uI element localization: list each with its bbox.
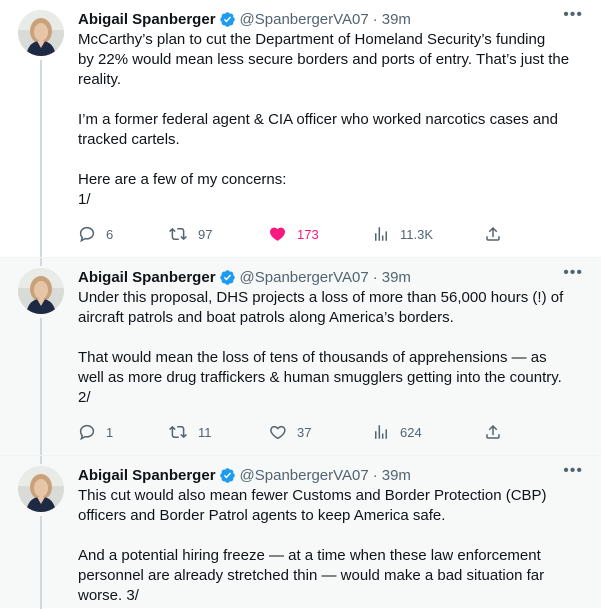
- tweet-paragraph: This cut would also mean fewer Customs a…: [78, 487, 547, 524]
- like-button[interactable]: 37: [268, 423, 311, 441]
- timestamp[interactable]: 39m: [382, 11, 411, 28]
- like-icon: [268, 423, 287, 441]
- author-handle[interactable]: @SpanbergerVA07: [240, 269, 369, 286]
- author-handle[interactable]: @SpanbergerVA07: [240, 467, 369, 484]
- reply-count: 1: [106, 424, 114, 440]
- separator-dot: ·: [372, 268, 378, 286]
- like-count: 37: [297, 424, 312, 440]
- reply-button[interactable]: 1: [78, 423, 113, 441]
- like-icon: [268, 225, 287, 243]
- views-count: 624: [400, 424, 422, 440]
- author-handle[interactable]: @SpanbergerVA07: [240, 11, 369, 28]
- like-button[interactable]: 173: [268, 225, 319, 243]
- views-icon: [372, 423, 390, 441]
- thread-line: [40, 456, 42, 464]
- reply-count: 6: [106, 226, 114, 242]
- thread-line: [40, 258, 42, 266]
- avatar[interactable]: [18, 10, 64, 56]
- share-button[interactable]: [484, 225, 502, 243]
- more-icon[interactable]: •••: [563, 265, 583, 281]
- tweet-paragraph: Here are a few of my concerns: 1/: [78, 171, 287, 208]
- more-icon[interactable]: •••: [563, 7, 583, 23]
- retweet-button[interactable]: 97: [168, 225, 212, 243]
- author-name[interactable]: Abigail Spanberger: [78, 269, 216, 286]
- verified-badge-icon: [219, 11, 236, 28]
- retweet-icon: [168, 423, 188, 441]
- reply-icon: [78, 423, 96, 441]
- author-name[interactable]: Abigail Spanberger: [78, 11, 216, 28]
- verified-badge-icon: [219, 467, 236, 484]
- tweet-paragraph: Under this proposal, DHS projects a loss…: [78, 289, 564, 326]
- retweet-count: 11: [198, 424, 212, 440]
- tweet-paragraph: That would mean the loss of tens of thou…: [78, 349, 562, 406]
- share-button[interactable]: [484, 423, 502, 441]
- thread-line: [40, 60, 42, 257]
- views-button[interactable]: 11.3K: [372, 225, 433, 243]
- views-button[interactable]: 624: [372, 423, 422, 441]
- share-icon: [484, 225, 502, 243]
- verified-badge-icon: [219, 269, 236, 286]
- views-icon: [372, 225, 390, 243]
- reply-button[interactable]: 6: [78, 225, 113, 243]
- timestamp[interactable]: 39m: [382, 269, 411, 286]
- separator-dot: ·: [372, 466, 378, 484]
- tweet-2[interactable]: Abigail Spanberger @SpanbergerVA07 · 39m…: [0, 257, 601, 456]
- tweet-paragraph: And a potential hiring freeze — at a tim…: [78, 547, 545, 604]
- avatar[interactable]: [18, 466, 64, 512]
- thread-line: [40, 318, 42, 456]
- tweet-1[interactable]: Abigail Spanberger @SpanbergerVA07 · 39m…: [0, 0, 601, 257]
- more-icon[interactable]: •••: [563, 463, 583, 479]
- tweet-text: This cut would also mean fewer Customs a…: [78, 486, 589, 606]
- retweet-icon: [168, 225, 188, 243]
- share-icon: [484, 423, 502, 441]
- retweet-button[interactable]: 11: [168, 423, 212, 441]
- reply-icon: [78, 225, 96, 243]
- tweet-3[interactable]: Abigail Spanberger @SpanbergerVA07 · 39m…: [0, 455, 601, 609]
- timestamp[interactable]: 39m: [382, 467, 411, 484]
- avatar[interactable]: [18, 268, 64, 314]
- tweet-text: Under this proposal, DHS projects a loss…: [78, 288, 589, 408]
- tweet-text: McCarthy’s plan to cut the Department of…: [78, 30, 589, 210]
- thread-line: [40, 516, 42, 609]
- like-count: 173: [297, 226, 319, 242]
- tweet-paragraph: McCarthy’s plan to cut the Department of…: [78, 31, 570, 88]
- views-count: 11.3K: [400, 226, 434, 242]
- retweet-count: 97: [198, 226, 213, 242]
- separator-dot: ·: [372, 10, 378, 28]
- tweet-paragraph: I’m a former federal agent & CIA officer…: [78, 111, 558, 148]
- author-name[interactable]: Abigail Spanberger: [78, 467, 216, 484]
